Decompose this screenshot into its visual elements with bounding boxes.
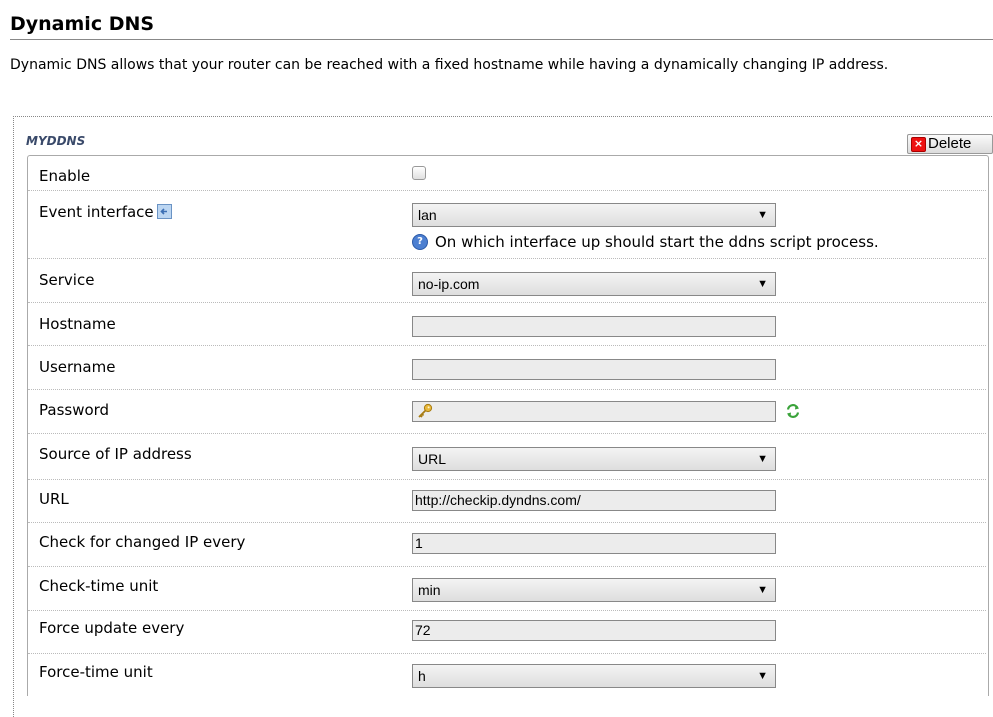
page-description: Dynamic DNS allows that your router can … — [10, 57, 889, 73]
password-input[interactable] — [412, 401, 776, 422]
chevron-down-icon: ▼ — [757, 670, 768, 682]
delete-button[interactable]: × Delete — [907, 134, 993, 154]
delete-label: Delete — [928, 135, 972, 152]
chevron-down-icon: ▼ — [757, 209, 768, 221]
help-icon: ? — [412, 234, 428, 250]
key-icon — [418, 403, 433, 418]
row-service: Service no-ip.com ▼ — [28, 259, 986, 303]
check-interval-input[interactable]: 1 — [412, 533, 776, 554]
event-interface-value: lan — [418, 207, 437, 223]
force-unit-label: Force-time unit — [39, 663, 153, 681]
ip-source-value: URL — [418, 451, 447, 467]
force-interval-label: Force update every — [39, 619, 185, 637]
enable-checkbox[interactable] — [412, 166, 426, 180]
url-label: URL — [39, 490, 69, 508]
event-interface-select[interactable]: lan ▼ — [412, 203, 776, 227]
check-interval-label: Check for changed IP every — [39, 533, 246, 551]
row-username: Username — [28, 346, 986, 390]
chevron-down-icon: ▼ — [757, 278, 768, 290]
row-force-interval: Force update every 72 — [28, 611, 986, 654]
username-label: Username — [39, 358, 116, 376]
hostname-input[interactable] — [412, 316, 776, 337]
check-unit-value: min — [418, 582, 441, 598]
event-interface-label: Event interface — [39, 203, 154, 221]
row-hostname: Hostname — [28, 303, 986, 346]
check-unit-label: Check-time unit — [39, 577, 159, 595]
service-label: Service — [39, 271, 95, 289]
service-value: no-ip.com — [418, 276, 480, 292]
event-interface-help: ? On which interface up should start the… — [412, 233, 879, 251]
force-interval-input[interactable]: 72 — [412, 620, 776, 641]
force-unit-select[interactable]: h ▼ — [412, 664, 776, 688]
row-force-unit: Force-time unit h ▼ — [28, 654, 986, 694]
section-name: MYDDNS — [26, 134, 86, 148]
username-input[interactable] — [412, 359, 776, 380]
service-select[interactable]: no-ip.com ▼ — [412, 272, 776, 296]
row-event-interface: Event interface lan ▼ ? On which interfa… — [28, 191, 986, 259]
force-unit-value: h — [418, 668, 426, 684]
ip-source-label: Source of IP address — [39, 445, 192, 463]
chevron-down-icon: ▼ — [757, 584, 768, 596]
reload-icon[interactable] — [785, 403, 801, 419]
page-title: Dynamic DNS — [10, 12, 993, 40]
row-check-interval: Check for changed IP every 1 — [28, 523, 986, 567]
enable-label: Enable — [39, 167, 91, 185]
delete-icon: × — [911, 136, 926, 152]
check-unit-select[interactable]: min ▼ — [412, 578, 776, 602]
row-check-unit: Check-time unit min ▼ — [28, 567, 986, 611]
row-url: URL http://checkip.dyndns.com/ — [28, 480, 986, 523]
url-input[interactable]: http://checkip.dyndns.com/ — [412, 490, 776, 511]
network-interface-icon — [156, 204, 172, 219]
password-label: Password — [39, 401, 110, 419]
row-enable: Enable — [28, 156, 986, 191]
hostname-label: Hostname — [39, 315, 116, 333]
event-interface-help-text: On which interface up should start the d… — [435, 233, 879, 251]
row-password: Password — [28, 390, 986, 434]
ip-source-select[interactable]: URL ▼ — [412, 447, 776, 471]
chevron-down-icon: ▼ — [757, 453, 768, 465]
row-ip-source: Source of IP address URL ▼ — [28, 434, 986, 480]
